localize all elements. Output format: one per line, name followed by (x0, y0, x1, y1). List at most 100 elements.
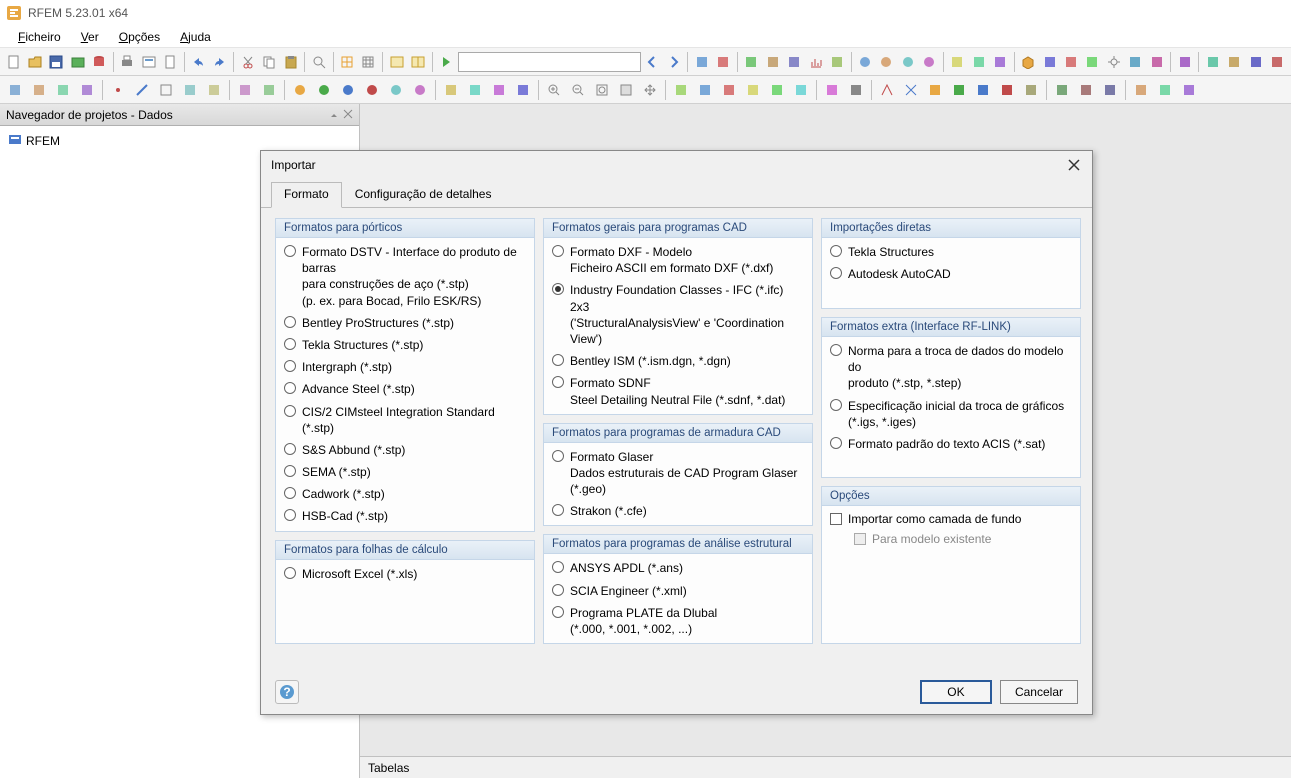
tool-generic-icon[interactable] (1061, 51, 1080, 73)
tool-undo-icon[interactable] (189, 51, 208, 73)
radio-glaser[interactable]: Formato GlaserDados estruturais de CAD P… (552, 449, 804, 498)
tool-copy-icon[interactable] (260, 51, 279, 73)
tool-generic-icon[interactable] (1040, 51, 1059, 73)
tool-generic-icon[interactable] (1154, 79, 1176, 101)
tool-generic-icon[interactable] (488, 79, 510, 101)
tool-generic-icon[interactable] (179, 79, 201, 101)
tool-generic-icon[interactable] (924, 79, 946, 101)
tool-open-icon[interactable] (25, 51, 44, 73)
tab-formato[interactable]: Formato (271, 182, 342, 208)
tool-generic-icon[interactable] (313, 79, 335, 101)
tool-generic-icon[interactable] (763, 51, 782, 73)
radio-scia[interactable]: SCIA Engineer (*.xml) (552, 583, 804, 599)
tree-root-item[interactable]: RFEM (4, 130, 355, 151)
tool-generic-icon[interactable] (670, 79, 692, 101)
tool-generic-icon[interactable] (258, 79, 280, 101)
tool-generic-icon[interactable] (1075, 79, 1097, 101)
radio-autocad-direct[interactable]: Autodesk AutoCAD (830, 266, 1072, 282)
tool-generic-icon[interactable] (203, 79, 225, 101)
tool-zoom-out-icon[interactable] (567, 79, 589, 101)
menu-ajuda[interactable]: Ajuda (172, 28, 219, 46)
pin-icon[interactable] (329, 108, 339, 122)
tool-cut-icon[interactable] (238, 51, 257, 73)
tool-generic-icon[interactable] (1203, 51, 1222, 73)
radio-tekla-direct[interactable]: Tekla Structures (830, 244, 1072, 260)
tool-db-icon[interactable] (89, 51, 108, 73)
tool-generic-icon[interactable] (898, 51, 917, 73)
menu-opcoes[interactable]: Opções (111, 28, 168, 46)
radio-dxf[interactable]: Formato DXF - ModeloFicheiro ASCII em fo… (552, 244, 804, 276)
tool-generic-icon[interactable] (409, 79, 431, 101)
radio-tekla-stp[interactable]: Tekla Structures (*.stp) (284, 337, 526, 353)
help-button[interactable]: ? (275, 680, 299, 704)
tool-generic-icon[interactable] (742, 51, 761, 73)
tool-new-icon[interactable] (4, 51, 23, 73)
tool-line-icon[interactable] (131, 79, 153, 101)
tool-generic-icon[interactable] (972, 79, 994, 101)
tool-generic-icon[interactable] (920, 51, 939, 73)
tool-chart-icon[interactable] (806, 51, 825, 73)
tool-generic-icon[interactable] (4, 79, 26, 101)
dialog-close-button[interactable] (1066, 157, 1082, 173)
tool-print-icon[interactable] (118, 51, 137, 73)
tool-generic-icon[interactable] (694, 79, 716, 101)
tool-generic-icon[interactable] (790, 79, 812, 101)
tool-generic-icon[interactable] (1178, 79, 1200, 101)
tool-generic-icon[interactable] (76, 79, 98, 101)
tool-grid2-icon[interactable] (359, 51, 378, 73)
radio-intergraph[interactable]: Intergraph (*.stp) (284, 359, 526, 375)
radio-ss-abbund[interactable]: S&S Abbund (*.stp) (284, 442, 526, 458)
tool-find-icon[interactable] (309, 51, 328, 73)
radio-excel[interactable]: Microsoft Excel (*.xls) (284, 566, 526, 582)
tool-generic-icon[interactable] (784, 51, 803, 73)
check-camada-fundo[interactable]: Importar como camada de fundo (830, 512, 1072, 526)
radio-cis2[interactable]: CIS/2 CIMsteel Integration Standard (*.s… (284, 404, 526, 436)
tool-generic-icon[interactable] (1099, 79, 1121, 101)
tool-generic-icon[interactable] (718, 79, 740, 101)
tool-generic-icon[interactable] (948, 51, 967, 73)
radio-dstv[interactable]: Formato DSTV - Interface do produto de b… (284, 244, 526, 309)
tool-doc-icon[interactable] (160, 51, 179, 73)
tool-generic-icon[interactable] (1020, 79, 1042, 101)
tool-generic-icon[interactable] (155, 79, 177, 101)
radio-bentley-pro[interactable]: Bentley ProStructures (*.stp) (284, 315, 526, 331)
tool-generic-icon[interactable] (28, 79, 50, 101)
tool-nav-left-icon[interactable] (643, 51, 662, 73)
tool-generic-icon[interactable] (714, 51, 733, 73)
tool-generic-icon[interactable] (337, 79, 359, 101)
radio-hsb-cad[interactable]: HSB-Cad (*.stp) (284, 508, 526, 524)
tool-generic-icon[interactable] (766, 79, 788, 101)
tool-generic-icon[interactable] (1147, 51, 1166, 73)
menu-ficheiro[interactable]: Ficheiro (10, 28, 69, 46)
tool-preview-icon[interactable] (139, 51, 158, 73)
tool-play-icon[interactable] (437, 51, 456, 73)
tool-zoom-fit-icon[interactable] (591, 79, 613, 101)
tool-nav-right-icon[interactable] (664, 51, 683, 73)
radio-bentley-ism[interactable]: Bentley ISM (*.ism.dgn, *.dgn) (552, 353, 804, 369)
tool-generic-icon[interactable] (845, 79, 867, 101)
radio-strakon[interactable]: Strakon (*.cfe) (552, 503, 804, 519)
radio-igs[interactable]: Especificação inicial da troca de gráfic… (830, 398, 1072, 430)
tool-generic-icon[interactable] (877, 51, 896, 73)
tool-point-icon[interactable] (107, 79, 129, 101)
tool-zoom-in-icon[interactable] (543, 79, 565, 101)
tool-generic-icon[interactable] (52, 79, 74, 101)
tool-panel2-icon[interactable] (408, 51, 427, 73)
tool-generic-icon[interactable] (827, 51, 846, 73)
radio-plate[interactable]: Programa PLATE da Dlubal(*.000, *.001, *… (552, 605, 804, 637)
tool-generic-icon[interactable] (1225, 51, 1244, 73)
radio-ifc[interactable]: Industry Foundation Classes - IFC (*.ifc… (552, 282, 804, 347)
tool-panel1-icon[interactable] (387, 51, 406, 73)
tool-generic-icon[interactable] (289, 79, 311, 101)
tool-generic-icon[interactable] (464, 79, 486, 101)
tool-generic-icon[interactable] (1125, 51, 1144, 73)
tool-generic-icon[interactable] (876, 79, 898, 101)
tool-generic-icon[interactable] (1051, 79, 1073, 101)
ok-button[interactable]: OK (920, 680, 992, 704)
tool-generic-icon[interactable] (990, 51, 1009, 73)
tool-cube-icon[interactable] (1019, 51, 1038, 73)
menu-ver[interactable]: Ver (73, 28, 107, 46)
tool-project-icon[interactable] (68, 51, 87, 73)
tool-generic-icon[interactable] (385, 79, 407, 101)
tool-generic-icon[interactable] (1083, 51, 1102, 73)
